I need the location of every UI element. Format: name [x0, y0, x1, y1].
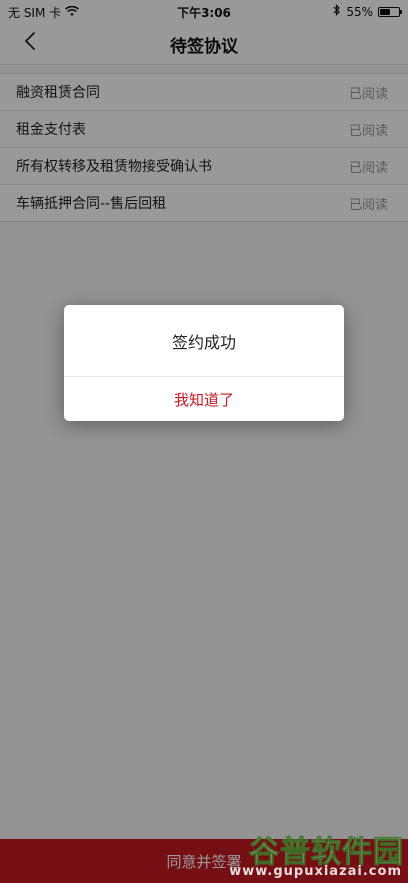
success-dialog: 签约成功 我知道了 — [64, 305, 344, 421]
dialog-confirm-button[interactable]: 我知道了 — [64, 377, 344, 421]
modal-overlay — [0, 0, 408, 883]
screen: 无 SIM 卡 下午3:06 55% 待签协议 融资租赁合同 已阅读 租金支付表… — [0, 0, 408, 883]
watermark-sub-text: www.gupuxiazai.com — [229, 864, 402, 879]
dialog-message: 签约成功 — [64, 305, 344, 377]
watermark-logo: 谷普软件园 www.gupuxiazai.com — [220, 827, 404, 880]
